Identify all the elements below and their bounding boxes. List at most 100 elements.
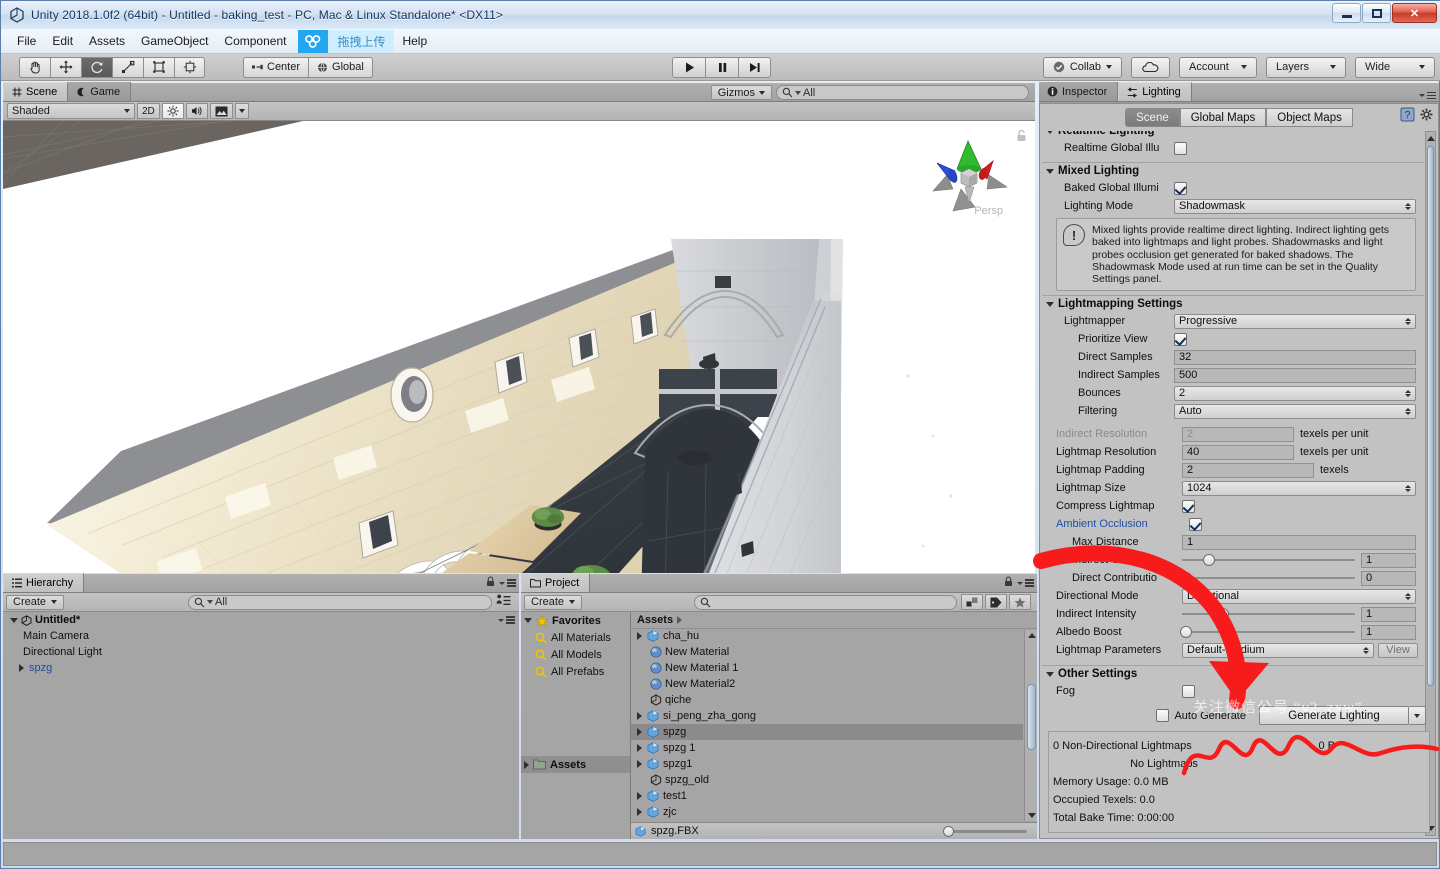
hand-tool-button[interactable] <box>19 57 50 78</box>
lighting-tab-global-maps[interactable]: Global Maps <box>1180 108 1267 127</box>
layers-button[interactable]: Layers <box>1266 57 1346 78</box>
project-favorite-all-materials[interactable]: All Materials <box>521 629 630 646</box>
baked-gi-checkbox[interactable] <box>1174 182 1187 195</box>
project-favorite-all-models[interactable]: All Models <box>521 646 630 663</box>
realtime-lighting-header[interactable]: Realtime Lighting <box>1042 131 1424 139</box>
project-filter-label-icon[interactable] <box>985 594 1007 610</box>
project-asset-row[interactable]: spzg1 <box>631 756 1023 772</box>
lighting-tab-scene[interactable]: Scene <box>1125 108 1180 127</box>
tab-project[interactable]: Project <box>521 573 590 592</box>
project-asset-row[interactable]: New Material <box>631 644 1023 660</box>
breadcrumb-label[interactable]: Assets <box>637 614 673 626</box>
step-button[interactable] <box>738 57 771 78</box>
lock-icon[interactable] <box>486 576 495 590</box>
ambient-occlusion-checkbox[interactable] <box>1189 518 1202 531</box>
project-asset-row-selected[interactable]: spzg <box>631 724 1023 740</box>
chevron-right-icon[interactable] <box>677 616 682 624</box>
indirect-contribution-slider[interactable]: 1 <box>1182 553 1416 568</box>
scroll-down-arrow-icon[interactable] <box>1027 811 1036 820</box>
chevron-right-icon[interactable] <box>637 712 642 720</box>
account-button[interactable]: Account <box>1179 57 1257 78</box>
project-filter-type-icon[interactable] <box>961 594 983 610</box>
chevron-right-icon[interactable] <box>19 664 24 672</box>
scene-effects-toggle[interactable] <box>210 103 233 119</box>
hierarchy-search-input[interactable]: All <box>188 595 492 610</box>
toggle-2d-button[interactable]: 2D <box>137 103 160 119</box>
generate-lighting-dropdown[interactable] <box>1409 706 1426 725</box>
chevron-down-icon[interactable] <box>1046 672 1054 677</box>
project-favorites-header[interactable]: Favorites <box>521 612 630 629</box>
ambient-occlusion-label[interactable]: Ambient Occlusion <box>1050 518 1182 530</box>
move-tool-button[interactable] <box>50 57 81 78</box>
chevron-right-icon[interactable] <box>637 760 642 768</box>
project-asset-row[interactable]: zjc <box>631 804 1023 820</box>
lighting-mode-dropdown[interactable]: Shadowmask <box>1174 199 1416 214</box>
chevron-right-icon[interactable] <box>637 744 642 752</box>
close-button[interactable]: ✕ <box>1392 3 1437 23</box>
filtering-dropdown[interactable]: Auto <box>1174 404 1416 419</box>
menu-help[interactable]: Help <box>394 31 435 51</box>
scene-search-input[interactable]: All <box>776 85 1029 100</box>
indirect-samples-field[interactable]: 500 <box>1174 368 1416 383</box>
compress-lightmaps-checkbox[interactable] <box>1182 500 1195 513</box>
rect-tool-button[interactable] <box>143 57 174 78</box>
draw-mode-dropdown[interactable]: Shaded <box>7 103 135 119</box>
lightmap-parameters-dropdown[interactable]: Default-Medium <box>1182 643 1374 658</box>
max-distance-field[interactable]: 1 <box>1182 535 1416 550</box>
project-assets-list[interactable]: Assets cha_hu New Material <box>631 612 1037 839</box>
scene-lock-icon[interactable] <box>1016 129 1027 145</box>
scale-tool-button[interactable] <box>112 57 143 78</box>
scroll-up-arrow-icon[interactable] <box>1027 631 1036 640</box>
lightmapper-dropdown[interactable]: Progressive <box>1174 314 1416 329</box>
play-button[interactable] <box>672 57 705 78</box>
hierarchy-sort-icon[interactable] <box>496 594 511 610</box>
project-icon-size-slider[interactable] <box>945 830 1027 833</box>
direct-contribution-value[interactable]: 0 <box>1361 571 1416 586</box>
indirect-intensity-value[interactable]: 1 <box>1361 607 1416 622</box>
direct-contribution-slider[interactable]: 0 <box>1182 571 1416 586</box>
rotate-tool-button[interactable] <box>81 57 112 78</box>
project-asset-row[interactable]: spzg_old <box>631 772 1023 788</box>
chevron-right-icon[interactable] <box>637 808 642 816</box>
chevron-right-icon[interactable] <box>637 632 642 640</box>
hierarchy-item-spzg[interactable]: spzg <box>3 660 519 676</box>
auto-generate-checkbox[interactable] <box>1156 709 1169 722</box>
project-scroll-thumb[interactable] <box>1027 684 1036 750</box>
hierarchy-menu-icon[interactable] <box>499 579 516 587</box>
lock-icon[interactable] <box>1004 576 1013 590</box>
project-asset-row[interactable]: cha_hu <box>631 630 1023 644</box>
scene-lighting-toggle[interactable] <box>162 103 184 119</box>
project-assets-folder[interactable]: Assets <box>521 756 630 773</box>
menu-edit[interactable]: Edit <box>44 31 81 51</box>
minimize-button[interactable] <box>1332 3 1361 23</box>
other-settings-header[interactable]: Other Settings <box>1042 666 1424 682</box>
project-asset-row[interactable]: spzg 1 <box>631 740 1023 756</box>
hierarchy-create-button[interactable]: Create <box>6 595 64 610</box>
hierarchy-item-directional-light[interactable]: Directional Light <box>3 644 519 660</box>
pause-button[interactable] <box>705 57 738 78</box>
hierarchy-item-main-camera[interactable]: Main Camera <box>3 628 519 644</box>
tab-game[interactable]: Game <box>68 82 131 101</box>
project-asset-row[interactable]: test1 <box>631 788 1023 804</box>
menu-gameobject[interactable]: GameObject <box>133 31 216 51</box>
chevron-down-icon[interactable] <box>524 618 532 623</box>
cloud-upload-icon[interactable] <box>298 30 328 53</box>
chevron-right-icon[interactable] <box>637 728 642 736</box>
project-asset-row[interactable]: si_peng_zha_gong <box>631 708 1023 724</box>
scene-audio-toggle[interactable] <box>186 103 208 119</box>
indirect-contribution-value[interactable]: 1 <box>1361 553 1416 568</box>
chevron-down-icon[interactable] <box>1046 131 1054 134</box>
collab-button[interactable]: Collab <box>1043 57 1122 78</box>
hierarchy-tree[interactable]: Untitled* Main Camera Directional Light … <box>3 612 519 839</box>
lightmap-resolution-field[interactable]: 40 <box>1182 445 1294 460</box>
chevron-right-icon[interactable] <box>637 792 642 800</box>
albedo-boost-slider[interactable]: 1 <box>1182 625 1416 640</box>
bounces-dropdown[interactable]: 2 <box>1174 386 1416 401</box>
pivot-mode-button[interactable]: Center <box>243 57 308 78</box>
gear-icon[interactable] <box>1420 108 1434 125</box>
prioritize-view-checkbox[interactable] <box>1174 333 1187 346</box>
lightmap-padding-field[interactable]: 2 <box>1182 463 1314 478</box>
chevron-down-icon[interactable] <box>1046 169 1054 174</box>
project-asset-row[interactable]: zjc <box>631 820 1023 821</box>
cloud-button[interactable] <box>1131 57 1170 78</box>
